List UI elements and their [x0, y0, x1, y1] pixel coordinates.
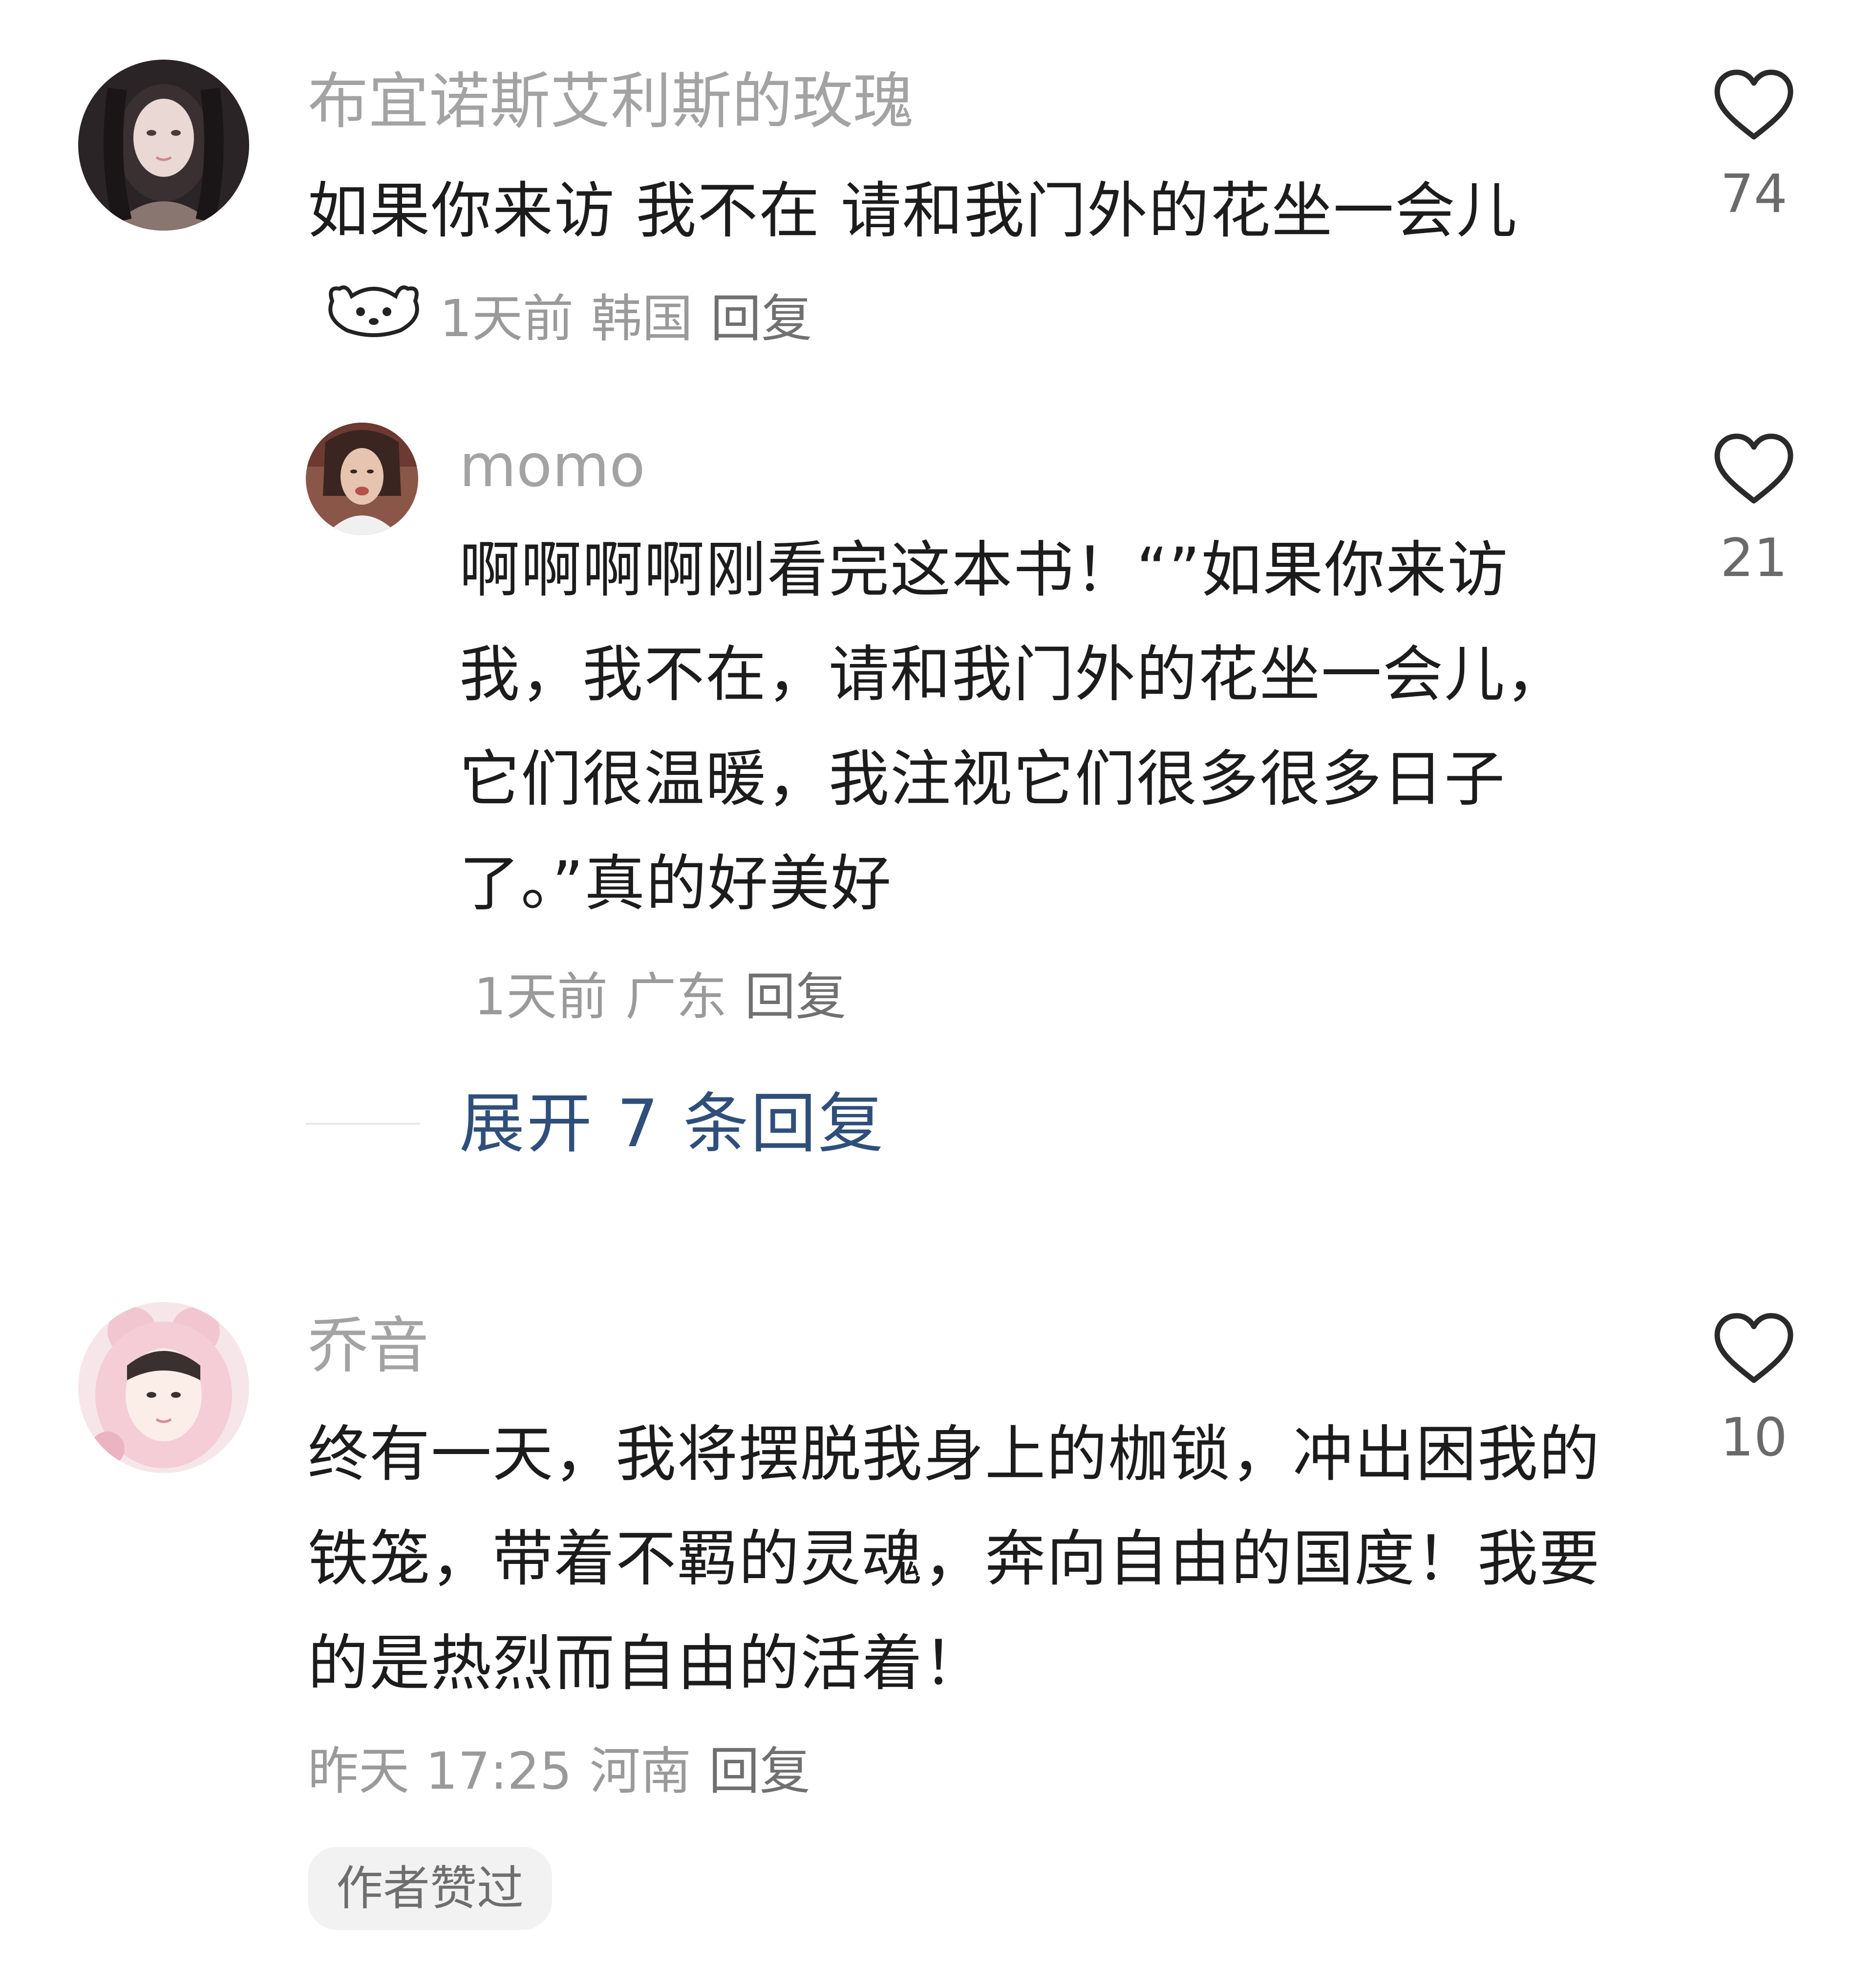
expand-divider	[306, 1123, 420, 1125]
comment-text: 啊啊啊啊刚看完这本书！“”如果你来访我，我不在，请和我门外的花坐一会儿，它们很温…	[459, 535, 1568, 919]
heart-outline-icon	[1714, 69, 1793, 140]
comment-username[interactable]: 布宜诺斯艾利斯的玫瑰	[308, 65, 914, 138]
comment-time: 昨天 17:25	[308, 1741, 572, 1801]
heart-outline-icon	[1714, 433, 1793, 504]
comment-time: 1天前	[440, 289, 574, 348]
avatar[interactable]	[78, 1302, 249, 1473]
heart-outline-icon	[1714, 1313, 1793, 1383]
comment-text: 如果你来访 我不在 请和我门外的花坐一会儿 1天前 韩国 回复	[308, 159, 1602, 372]
reply-button[interactable]: 回复	[710, 289, 812, 348]
bear-face-emoji-icon	[318, 267, 430, 372]
author-liked-badge: 作者赞过	[308, 1847, 552, 1930]
reply-button[interactable]: 回复	[745, 967, 846, 1027]
comment-meta: 1天前 广东 回复	[474, 960, 864, 1033]
expand-replies-button[interactable]: 展开 7 条回复	[459, 1082, 885, 1165]
avatar[interactable]	[78, 60, 249, 231]
like-count: 74	[1720, 164, 1788, 225]
like-count: 10	[1720, 1407, 1788, 1468]
comment-location: 河南	[589, 1741, 691, 1801]
avatar[interactable]	[306, 423, 418, 535]
comment-location: 广东	[625, 967, 727, 1027]
like-button[interactable]: 21	[1705, 432, 1803, 593]
comment-time: 1天前	[474, 967, 608, 1027]
comment-text-content: 如果你来访 我不在 请和我门外的花坐一会儿	[308, 176, 1518, 246]
comment-location: 韩国	[591, 289, 693, 348]
comment-username[interactable]: momo	[459, 430, 645, 503]
reply-button[interactable]: 回复	[709, 1741, 810, 1801]
comment-username[interactable]: 乔音	[308, 1309, 429, 1383]
like-button[interactable]: 74	[1705, 68, 1803, 229]
like-button[interactable]: 10	[1705, 1312, 1803, 1472]
comment-text: 终有一天，我将摆脱我身上的枷锁，冲出困我的铁笼，带着不羁的灵魂，奔向自由的国度！…	[308, 1419, 1601, 1699]
comment-meta: 1天前 韩国 回复	[440, 289, 812, 348]
like-count: 21	[1720, 528, 1788, 589]
comment-meta: 昨天 17:25 河南 回复	[308, 1734, 828, 1808]
